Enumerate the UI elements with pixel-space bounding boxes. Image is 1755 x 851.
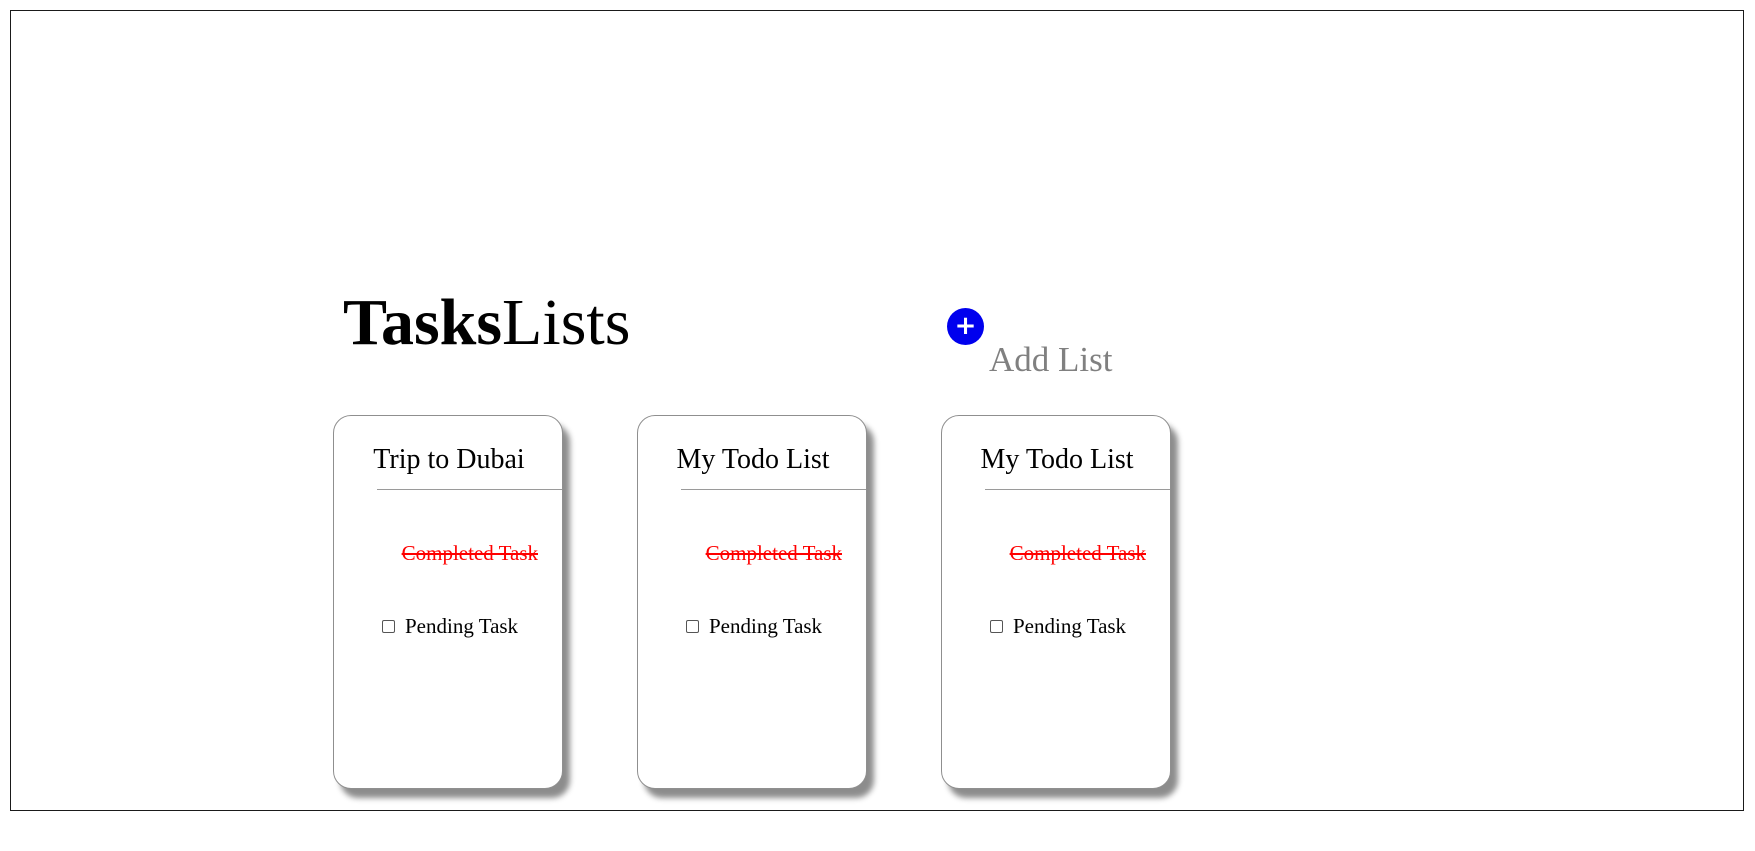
task-checkbox[interactable] bbox=[686, 619, 699, 633]
list-card-divider bbox=[985, 489, 1170, 490]
pending-task-label: Pending Task bbox=[405, 614, 519, 638]
page-title-bold: Tasks bbox=[343, 286, 503, 359]
list-card: My Todo List Completed Task Pending Task bbox=[637, 415, 867, 789]
add-list-button[interactable]: + Add List bbox=[947, 308, 1147, 383]
list-card-divider bbox=[377, 489, 562, 490]
pending-task-label: Pending Task bbox=[709, 614, 823, 638]
pending-task-label: Pending Task bbox=[1013, 614, 1127, 638]
page-title: TasksLists bbox=[343, 279, 630, 367]
pending-task[interactable]: Pending Task bbox=[686, 613, 822, 639]
list-card-title: Trip to Dubai bbox=[373, 444, 525, 475]
page-title-regular: Lists bbox=[502, 286, 631, 359]
completed-task[interactable]: Completed Task bbox=[706, 540, 842, 566]
list-card-title: My Todo List bbox=[676, 444, 830, 475]
completed-task[interactable]: Completed Task bbox=[402, 540, 538, 566]
pending-task[interactable]: Pending Task bbox=[990, 613, 1126, 639]
completed-task[interactable]: Completed Task bbox=[1010, 540, 1146, 566]
list-card-title: My Todo List bbox=[980, 444, 1134, 475]
list-card: My Todo List Completed Task Pending Task bbox=[941, 415, 1171, 789]
list-card-divider bbox=[681, 489, 866, 490]
plus-icon[interactable]: + bbox=[947, 308, 984, 345]
list-card: Trip to Dubai Completed Task Pending Tas… bbox=[333, 415, 563, 789]
task-checkbox[interactable] bbox=[990, 619, 1003, 633]
task-checkbox[interactable] bbox=[382, 619, 395, 633]
add-list-label[interactable]: Add List bbox=[989, 339, 1112, 381]
app-frame: TasksLists + Add List Trip to Dubai Comp… bbox=[10, 10, 1744, 811]
pending-task[interactable]: Pending Task bbox=[382, 613, 518, 639]
